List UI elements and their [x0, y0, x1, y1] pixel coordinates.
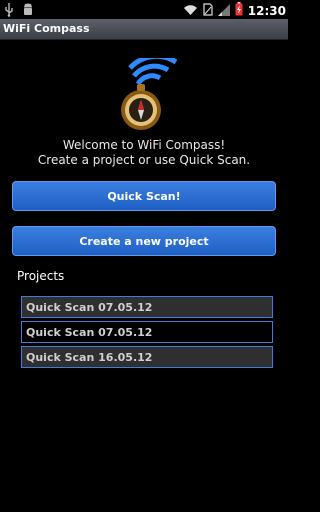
- wifi-icon: [183, 1, 198, 20]
- projects-list: Quick Scan 07.05.12 Quick Scan 07.05.12 …: [21, 296, 273, 371]
- projects-heading: Projects: [17, 269, 65, 283]
- battery-icon: [235, 1, 243, 20]
- no-sim-icon: [203, 1, 213, 20]
- quick-scan-button[interactable]: Quick Scan!: [12, 181, 276, 211]
- status-bar: 12:30: [0, 0, 288, 19]
- welcome-line-1: Welcome to WiFi Compass!: [62, 138, 226, 152]
- status-time: 12:30: [247, 3, 286, 18]
- project-item-2[interactable]: Quick Scan 07.05.12: [21, 321, 273, 343]
- welcome-text: Welcome to WiFi Compass! Create a projec…: [0, 138, 288, 168]
- signal-icon: [217, 1, 230, 20]
- project-item-3[interactable]: Quick Scan 16.05.12: [21, 346, 273, 368]
- create-project-button[interactable]: Create a new project: [12, 226, 276, 256]
- status-right-icons: 12:30: [183, 1, 286, 20]
- app-title-bar: WiFi Compass: [0, 19, 288, 40]
- wifi-compass-logo-icon: [110, 53, 180, 136]
- project-item-1[interactable]: Quick Scan 07.05.12: [21, 296, 273, 318]
- app-title: WiFi Compass: [3, 22, 90, 35]
- welcome-line-2: Create a project or use Quick Scan.: [37, 153, 251, 167]
